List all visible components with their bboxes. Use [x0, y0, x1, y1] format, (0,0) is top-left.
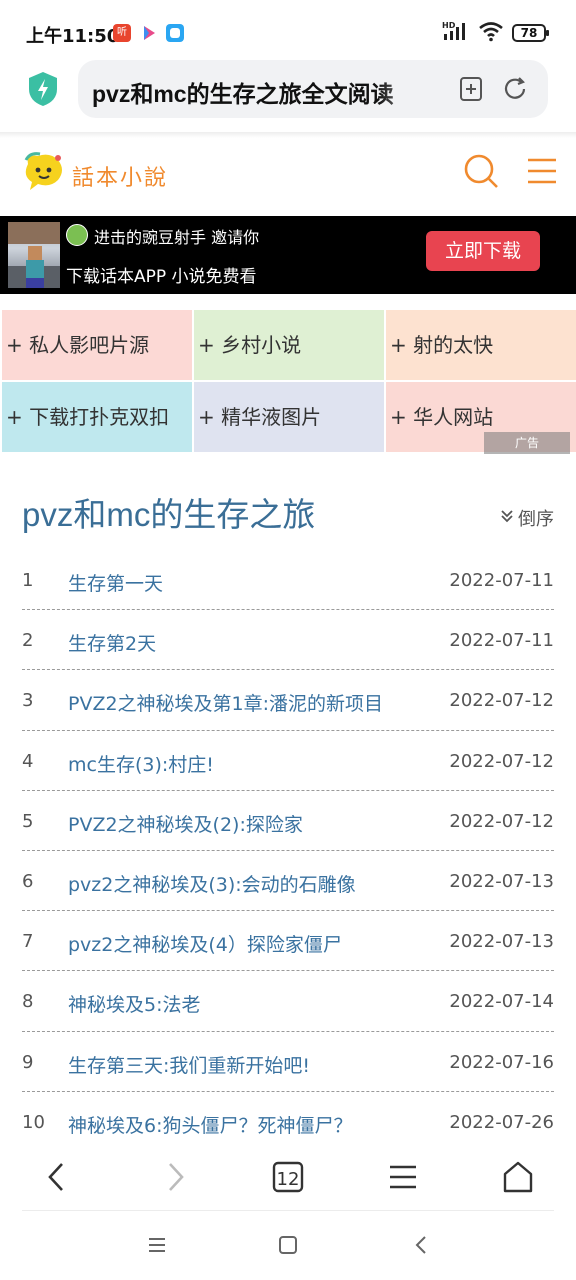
network-type: HD: [442, 21, 456, 30]
chapter-date: 2022-07-26: [449, 1111, 554, 1133]
recent-apps-icon[interactable]: [146, 1234, 168, 1256]
chapter-row[interactable]: 6 pvz2之神秘埃及(3):会动的石雕像 2022-07-13: [22, 851, 554, 912]
chapter-title-link[interactable]: pvz2之神秘埃及(3):会动的石雕像: [68, 870, 356, 897]
chapter-title-link[interactable]: PVZ2之神秘埃及第1章:潘泥的新项目: [68, 689, 383, 716]
chapter-list: 1 生存第一天 2022-07-11 2 生存第2天 2022-07-11 3 …: [22, 550, 554, 1152]
banner-promo-text: 下载话本APP 小说免费看: [66, 267, 257, 287]
url-fade: [378, 66, 438, 112]
chapter-date: 2022-07-16: [449, 1051, 554, 1073]
app-download-banner[interactable]: 进击的豌豆射手 邀请你 下载话本APP 小说免费看 立即下载: [0, 216, 576, 294]
chapter-title-link[interactable]: 生存第2天: [68, 629, 156, 656]
sort-order-button[interactable]: 倒序: [500, 505, 554, 531]
site-logo-icon[interactable]: [20, 150, 66, 196]
chapter-title-link[interactable]: PVZ2之神秘埃及(2):探险家: [68, 810, 303, 837]
chapter-row[interactable]: 2 生存第2天 2022-07-11: [22, 610, 554, 671]
battery-icon: 78: [512, 24, 549, 42]
chapter-date: 2022-07-13: [449, 931, 554, 953]
status-indicators: HD 78: [442, 20, 549, 46]
home-icon[interactable]: [501, 1160, 535, 1194]
chapter-number: 5: [22, 810, 34, 832]
chapter-row[interactable]: 4 mc生存(3):村庄! 2022-07-12: [22, 731, 554, 791]
menu-lines-icon[interactable]: [386, 1160, 420, 1194]
banner-invite-text: 进击的豌豆射手 邀请你: [94, 228, 260, 247]
chapter-number: 1: [22, 570, 34, 591]
status-bar: 上午11:50 听 HD 78: [0, 0, 576, 60]
browser-address-row: pvz和mc的生存之旅全文阅读: [0, 60, 576, 130]
video-app-icon: [140, 24, 158, 42]
add-bookmark-icon[interactable]: [458, 76, 484, 102]
ad-link[interactable]: + 乡村小说: [194, 310, 384, 380]
banner-thumbnail: [8, 222, 60, 288]
book-title: pvz和mc的生存之旅: [22, 496, 316, 533]
ad-badge[interactable]: 广告: [484, 432, 570, 454]
chapter-title-link[interactable]: 生存第三天:我们重新开始吧!: [68, 1051, 310, 1078]
system-home-icon[interactable]: [277, 1234, 299, 1256]
chapter-date: 2022-07-12: [449, 690, 554, 712]
security-shield-icon[interactable]: [26, 70, 60, 108]
ad-link[interactable]: + 私人影吧片源: [2, 310, 192, 380]
system-back-icon[interactable]: [410, 1234, 432, 1256]
site-header: 話本小說: [0, 138, 576, 216]
system-navigation-bar: [0, 1212, 576, 1280]
chapter-title-link[interactable]: 神秘埃及6:狗头僵尸？死神僵尸？: [68, 1111, 353, 1138]
browser-toolbar: 12: [0, 1146, 576, 1210]
chapter-row[interactable]: 8 神秘埃及5:法老 2022-07-14: [22, 971, 554, 1032]
chapter-title-link[interactable]: 生存第一天: [68, 569, 163, 596]
ad-link[interactable]: + 下载打扑克双扣: [2, 382, 192, 452]
message-app-icon: [166, 24, 184, 42]
chapter-title-link[interactable]: pvz2之神秘埃及(4）探险家僵尸: [68, 930, 342, 957]
chapter-date: 2022-07-12: [449, 750, 554, 772]
chapter-number: 8: [22, 991, 34, 1013]
chapter-date: 2022-07-13: [449, 870, 554, 892]
chapter-row[interactable]: 7 pvz2之神秘埃及(4）探险家僵尸 2022-07-13: [22, 911, 554, 972]
chapter-number: 9: [22, 1051, 34, 1073]
chapter-row[interactable]: 10 神秘埃及6:狗头僵尸？死神僵尸？ 2022-07-26: [22, 1092, 554, 1152]
toolbar-divider: [22, 1210, 554, 1211]
reload-icon[interactable]: [502, 76, 528, 102]
tabs-icon[interactable]: 12: [271, 1160, 305, 1194]
chapter-date: 2022-07-12: [449, 810, 554, 832]
chapter-date: 2022-07-11: [449, 630, 554, 652]
tab-count: 12: [277, 1169, 300, 1190]
search-icon[interactable]: [462, 152, 500, 190]
chapter-number: 7: [22, 931, 34, 953]
chapter-number: 6: [22, 870, 34, 892]
back-icon[interactable]: [40, 1160, 74, 1194]
chapter-title-link[interactable]: 神秘埃及5:法老: [68, 990, 201, 1017]
double-chevron-down-icon: [500, 508, 514, 529]
chapter-row[interactable]: 5 PVZ2之神秘埃及(2):探险家 2022-07-12: [22, 791, 554, 851]
url-field[interactable]: pvz和mc的生存之旅全文阅读: [78, 60, 548, 118]
chapter-row[interactable]: 1 生存第一天 2022-07-11: [22, 550, 554, 611]
chapter-date: 2022-07-14: [449, 991, 554, 1013]
ad-link-grid: + 私人影吧片源 + 乡村小说 + 射的太快 + 下载打扑克双扣 + 精华液图片…: [0, 308, 576, 454]
ad-link[interactable]: + 精华液图片: [194, 382, 384, 452]
download-app-button[interactable]: 立即下载: [426, 231, 540, 271]
ximalaya-app-icon: 听: [113, 24, 131, 42]
status-time: 上午11:50: [26, 26, 120, 47]
chapter-title-link[interactable]: mc生存(3):村庄!: [68, 750, 214, 777]
chapter-date: 2022-07-11: [449, 570, 554, 591]
chapter-number: 2: [22, 630, 34, 652]
chapter-row[interactable]: 3 PVZ2之神秘埃及第1章:潘泥的新项目 2022-07-12: [22, 670, 554, 731]
inviter-avatar: [66, 224, 88, 246]
forward-icon[interactable]: [158, 1160, 192, 1194]
site-logo-text[interactable]: 話本小說: [72, 160, 168, 192]
ad-link[interactable]: + 射的太快: [386, 310, 576, 380]
chapter-number: 10: [22, 1111, 45, 1133]
chapter-number: 4: [22, 750, 34, 772]
menu-icon[interactable]: [524, 152, 562, 190]
wifi-icon: [478, 20, 504, 46]
chapter-row[interactable]: 9 生存第三天:我们重新开始吧! 2022-07-16: [22, 1032, 554, 1092]
chapter-number: 3: [22, 690, 34, 712]
signal-icon: HD: [442, 20, 470, 46]
sort-order-label: 倒序: [518, 509, 554, 530]
